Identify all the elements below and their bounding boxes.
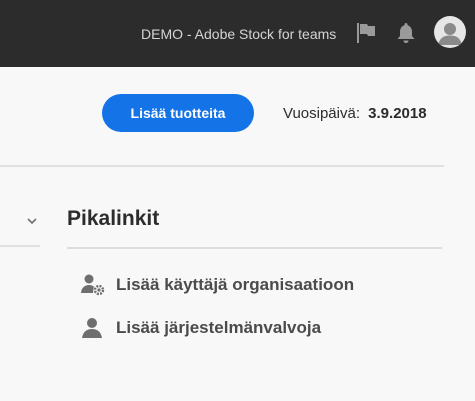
anniversary-label: Vuosipäivä: [283, 105, 360, 122]
anniversary-date: 3.9.2018 [368, 105, 427, 122]
user-icon [80, 316, 106, 340]
add-products-button[interactable]: Lisää tuotteita [102, 94, 254, 132]
flag-icon[interactable] [354, 21, 378, 45]
chevron-down-icon[interactable] [25, 214, 39, 228]
user-gear-icon [80, 273, 106, 297]
bell-icon[interactable] [394, 21, 418, 45]
quicklinks-divider [67, 247, 442, 249]
quicklink-label: Lisää käyttäjä organisaatioon [116, 275, 355, 294]
avatar[interactable] [434, 16, 466, 48]
action-row: Lisää tuotteita Vuosipäivä: 3.9.2018 [0, 94, 475, 134]
top-bar: DEMO - Adobe Stock for teams [0, 0, 475, 67]
quicklink-add-user[interactable]: Lisää käyttäjä organisaatioon [80, 273, 354, 297]
quicklink-add-admin[interactable]: Lisää järjestelmänvalvoja [80, 316, 321, 340]
anniversary-info: Vuosipäivä: 3.9.2018 [283, 105, 427, 122]
quicklinks-heading: Pikalinkit [67, 207, 160, 230]
section-divider [0, 165, 444, 167]
left-panel-divider [0, 245, 40, 247]
org-switcher[interactable]: DEMO - Adobe Stock for teams [141, 26, 336, 42]
quicklink-label: Lisää järjestelmänvalvoja [116, 318, 322, 337]
